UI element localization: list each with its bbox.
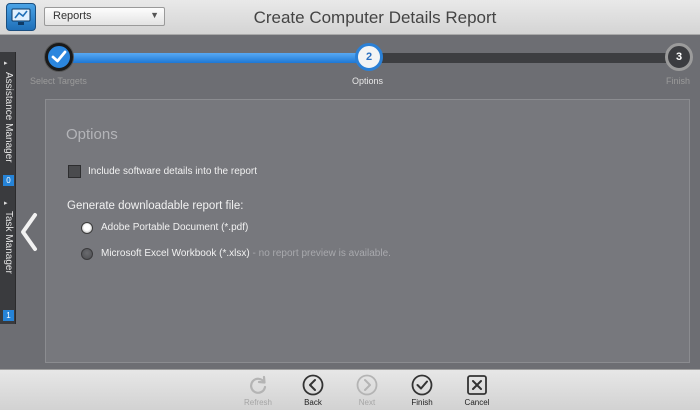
- refresh-label: Refresh: [243, 398, 272, 407]
- finish-label: Finish: [411, 398, 433, 407]
- dock-count-badge: 0: [3, 175, 14, 186]
- step-3-label: Finish: [666, 76, 691, 86]
- close-icon: [467, 375, 487, 395]
- include-software-label: Include software details into the report: [88, 166, 257, 177]
- dock-count-badge: 1: [3, 310, 14, 321]
- step-3-indicator[interactable]: 3: [665, 43, 693, 71]
- title-bar: Reports ▼ Create Computer Details Report: [0, 0, 700, 35]
- dock-tab-task-manager[interactable]: ▸ Task Manager 1: [0, 192, 16, 322]
- include-software-checkbox[interactable]: [68, 165, 81, 178]
- step-2-indicator[interactable]: 2: [355, 43, 383, 71]
- module-select-value: Reports: [53, 10, 92, 22]
- finish-button[interactable]: Finish: [402, 374, 442, 410]
- pdf-radio-label: Adobe Portable Document (*.pdf): [101, 222, 249, 233]
- wizard-toolbar: Refresh Back Next Finish Cancel: [0, 369, 700, 410]
- previous-arrow-icon[interactable]: [19, 212, 39, 252]
- caret-right-icon: ▸: [4, 200, 8, 207]
- cancel-label: Cancel: [464, 398, 490, 407]
- xlsx-radio[interactable]: [81, 248, 93, 260]
- back-button[interactable]: Back: [293, 374, 333, 410]
- checkmark-icon: [51, 50, 67, 63]
- back-arrow-icon: [302, 374, 324, 396]
- pdf-radio[interactable]: [81, 222, 93, 234]
- stepper-progress: [60, 53, 370, 63]
- xlsx-radio-label: Microsoft Excel Workbook (*.xlsx) - no r…: [101, 248, 391, 259]
- side-dock: ▸ Assistance Manager 0 ▸ Task Manager 1: [0, 52, 16, 324]
- next-label: Next: [358, 398, 376, 407]
- step-1-indicator[interactable]: [45, 43, 73, 71]
- module-select[interactable]: Reports ▼: [44, 7, 165, 26]
- app-logo-icon[interactable]: [6, 3, 36, 31]
- checkmark-circle-icon: [411, 374, 433, 396]
- step-2-label: Options: [352, 76, 384, 86]
- cancel-button[interactable]: Cancel: [457, 374, 497, 410]
- window-title: Create Computer Details Report: [253, 8, 497, 27]
- dock-tab-label: Task Manager: [3, 211, 14, 274]
- step-1-label: Select Targets: [30, 76, 87, 86]
- refresh-icon: [250, 375, 267, 394]
- next-button[interactable]: Next: [347, 374, 387, 410]
- xlsx-preview-note: - no report preview is available.: [249, 248, 391, 259]
- xlsx-format-name: Microsoft Excel Workbook (*.xlsx): [101, 248, 250, 259]
- refresh-button[interactable]: Refresh: [238, 374, 278, 410]
- generate-file-heading: Generate downloadable report file:: [67, 200, 244, 212]
- back-label: Back: [304, 398, 322, 407]
- options-panel: Options Include software details into th…: [45, 99, 690, 363]
- chevron-down-icon: ▼: [150, 10, 159, 20]
- next-arrow-icon: [356, 374, 378, 396]
- wizard-stepper: 2 3 Select Targets Options Finish: [0, 40, 700, 90]
- panel-title: Options: [66, 126, 118, 143]
